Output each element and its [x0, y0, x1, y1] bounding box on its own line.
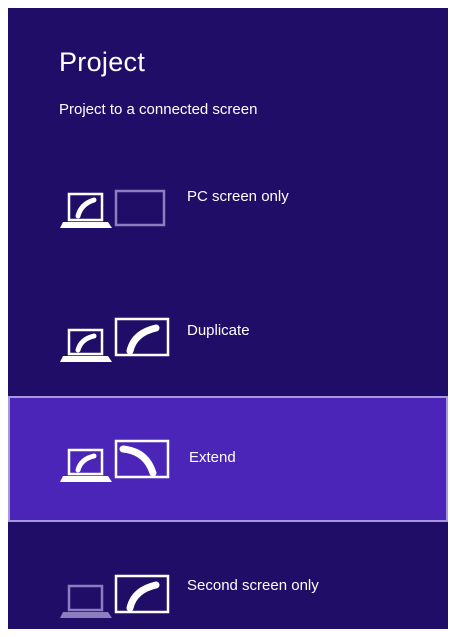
pc-screen-only-icon	[60, 189, 166, 228]
option-label: Second screen only	[187, 577, 319, 594]
page-subtitle: Project to a connected screen	[59, 101, 258, 118]
option-duplicate[interactable]: Duplicate	[8, 284, 448, 410]
duplicate-icon	[60, 317, 170, 362]
project-panel: Project Project to a connected screen PC…	[8, 8, 448, 629]
extend-icon	[60, 439, 170, 482]
option-second-screen-only[interactable]: Second screen only	[8, 534, 448, 629]
page-title: Project	[59, 47, 146, 77]
option-label: Duplicate	[187, 322, 250, 339]
second-screen-only-icon	[60, 574, 170, 618]
option-label: Extend	[189, 449, 236, 466]
option-pc-screen-only[interactable]: PC screen only	[8, 158, 448, 284]
option-extend[interactable]: Extend	[8, 396, 448, 522]
option-label: PC screen only	[187, 188, 289, 205]
